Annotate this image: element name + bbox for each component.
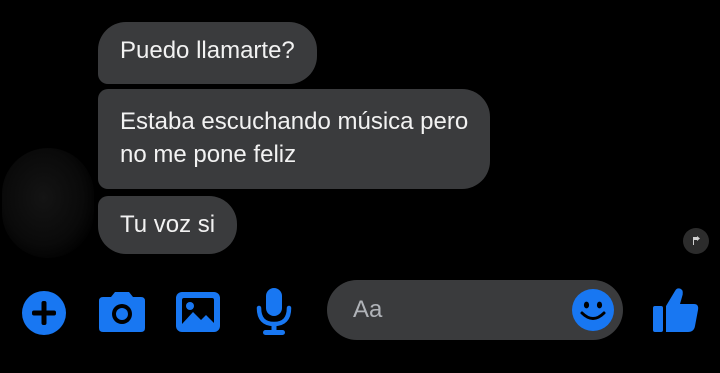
message-text-line: Estaba escuchando música pero: [120, 108, 469, 135]
camera-icon[interactable]: [97, 290, 147, 334]
message-bubble[interactable]: Estaba escuchando música pero no me pone…: [98, 89, 491, 189]
message-composer[interactable]: Aa: [327, 280, 623, 340]
message-text: Tu voz si: [120, 211, 216, 238]
thumbs-up-icon[interactable]: [651, 286, 701, 334]
contact-avatar: [2, 148, 94, 258]
plus-icon[interactable]: [21, 290, 67, 336]
message-text-line: no me pone feliz: [120, 141, 297, 168]
smiley-icon[interactable]: [571, 288, 615, 332]
image-icon[interactable]: [174, 290, 222, 334]
message-bubble[interactable]: Puedo llamarte?: [98, 22, 317, 84]
microphone-icon[interactable]: [254, 286, 294, 336]
message-input[interactable]: Aa: [353, 296, 382, 324]
message-bubble[interactable]: Tu voz si: [98, 196, 238, 254]
message-text: Puedo llamarte?: [120, 37, 295, 64]
seen-avatar-icon: [683, 228, 709, 254]
